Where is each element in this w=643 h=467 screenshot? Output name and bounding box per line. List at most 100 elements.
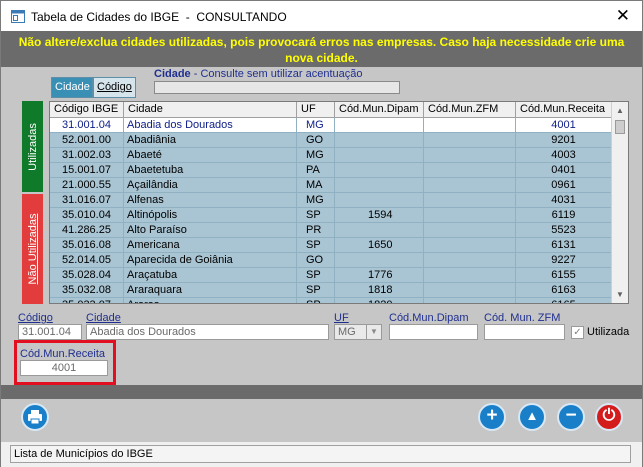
warning-line-2: nova cidade. <box>285 51 358 65</box>
power-icon: ⏻ <box>602 407 616 424</box>
table-row[interactable]: 52.014.05 Aparecida de Goiânia GO 9227 <box>50 253 612 268</box>
cell-zfm <box>424 223 516 238</box>
warning-banner: Não altere/exclua cidades utilizadas, po… <box>1 31 642 67</box>
plus-icon: + <box>486 405 498 426</box>
table-row[interactable]: 31.001.04 Abadia dos Dourados MG 4001 <box>50 118 612 133</box>
side-tab-nao-utilizadas[interactable]: Não Utilizadas <box>22 194 43 304</box>
grid-panel: Utilizadas Não Utilizadas Código IBGE Ci… <box>1 101 642 309</box>
edit-button[interactable]: ▲ <box>518 403 546 431</box>
cell-cidade: Abadia dos Dourados <box>124 118 297 133</box>
uf-label: UF <box>334 312 349 324</box>
cell-receita: 6165 <box>516 298 612 303</box>
utilizada-checkbox[interactable]: ✓ <box>571 326 584 339</box>
close-icon[interactable]: ✕ <box>616 6 630 26</box>
cell-receita: 6131 <box>516 238 612 253</box>
cell-codigo: 31.016.07 <box>50 193 124 208</box>
scroll-down-icon[interactable]: ▼ <box>612 286 628 303</box>
side-tab-utilizadas[interactable]: Utilizadas <box>22 101 43 192</box>
cell-receita: 9227 <box>516 253 612 268</box>
column-header-codigo-ibge[interactable]: Código IBGE <box>50 102 124 118</box>
printer-icon <box>28 410 42 425</box>
cell-dipam <box>335 148 424 163</box>
button-bar: + ▲ − ⏻ <box>1 385 642 442</box>
cell-uf: PR <box>297 223 335 238</box>
status-bar: Lista de Municípios do IBGE <box>1 442 642 467</box>
cell-cidade: Abaetetuba <box>124 163 297 178</box>
table-row[interactable]: 35.032.08 Araraquara SP 1818 6163 <box>50 283 612 298</box>
cell-dipam: 1594 <box>335 208 424 223</box>
column-header-zfm[interactable]: Cód.Mun.ZFM <box>424 102 516 118</box>
cell-receita: 4031 <box>516 193 612 208</box>
cell-receita: 9201 <box>516 133 612 148</box>
search-label-field: Cidade <box>154 68 191 80</box>
table-row[interactable]: 35.033.07ArarasSP1820 6165 <box>50 298 612 303</box>
column-header-receita[interactable]: Cód.Mun.Receita <box>516 102 612 118</box>
cell-receita: 6119 <box>516 208 612 223</box>
cell-receita: 4003 <box>516 148 612 163</box>
cities-grid[interactable]: Código IBGE Cidade UF Cód.Mun.Dipam Cód.… <box>49 101 629 304</box>
column-header-cidade[interactable]: Cidade <box>124 102 297 118</box>
status-text: Lista de Municípios do IBGE <box>10 445 631 463</box>
cell-dipam <box>335 133 424 148</box>
cell-uf: SP <box>297 268 335 283</box>
add-button[interactable]: + <box>478 403 506 431</box>
cell-uf: SP <box>297 298 335 303</box>
cell-receita: 5523 <box>516 223 612 238</box>
scroll-thumb[interactable] <box>615 120 625 134</box>
side-tab-nao-utilizadas-label: Não Utilizadas <box>26 213 39 285</box>
cell-zfm <box>424 148 516 163</box>
table-row[interactable]: 35.028.04 Araçatuba SP 1776 6155 <box>50 268 612 283</box>
search-label: Cidade - Consulte sem utilizar acentuaçã… <box>154 68 363 80</box>
cell-cidade: Araraquara <box>124 283 297 298</box>
cell-uf: GO <box>297 253 335 268</box>
codigo-field[interactable]: 31.001.04 <box>18 324 82 340</box>
column-header-dipam[interactable]: Cód.Mun.Dipam <box>335 102 424 118</box>
tab-cidade[interactable]: Cidade <box>51 77 93 98</box>
table-row[interactable]: 41.286.25 Alto Paraíso PR 5523 <box>50 223 612 238</box>
grid-vertical-scrollbar[interactable]: ▲ ▼ <box>611 102 628 303</box>
cell-codigo: 21.000.55 <box>50 178 124 193</box>
cell-uf: PA <box>297 163 335 178</box>
table-row[interactable]: 31.016.07 Alfenas MG 4031 <box>50 193 612 208</box>
cell-cidade: Aparecida de Goiânia <box>124 253 297 268</box>
table-row[interactable]: 35.016.08 Americana SP 1650 6131 <box>50 238 612 253</box>
table-row[interactable]: 31.002.03 Abaeté MG 4003 <box>50 148 612 163</box>
tab-codigo[interactable]: Código <box>93 77 136 98</box>
cell-codigo: 52.001.00 <box>50 133 124 148</box>
search-input[interactable] <box>154 81 400 94</box>
cell-zfm <box>424 253 516 268</box>
arrow-up-icon: ▲ <box>525 408 539 423</box>
table-row[interactable]: 35.010.04 Altinópolis SP 1594 6119 <box>50 208 612 223</box>
cell-codigo: 35.016.08 <box>50 238 124 253</box>
cell-cidade: Açailândia <box>124 178 297 193</box>
cell-dipam <box>335 253 424 268</box>
cell-zfm <box>424 178 516 193</box>
cell-zfm <box>424 283 516 298</box>
dipam-field[interactable] <box>389 324 478 340</box>
cell-cidade: Araras <box>124 298 297 303</box>
cidade-field[interactable]: Abadia dos Dourados <box>86 324 329 340</box>
cell-cidade: Alfenas <box>124 193 297 208</box>
cell-receita: 6163 <box>516 283 612 298</box>
chevron-down-icon[interactable]: ▼ <box>366 325 381 339</box>
zfm-field[interactable] <box>484 324 565 340</box>
cell-dipam <box>335 193 424 208</box>
scroll-up-icon[interactable]: ▲ <box>612 102 628 119</box>
window-title: Tabela de Cidades do IBGE - CONSULTANDO <box>31 10 287 24</box>
cell-dipam <box>335 178 424 193</box>
cell-dipam: 1776 <box>335 268 424 283</box>
table-row[interactable]: 21.000.55 Açailândia MA 0961 <box>50 178 612 193</box>
exit-button[interactable]: ⏻ <box>595 403 623 431</box>
remove-button[interactable]: − <box>557 403 585 431</box>
app-window-icon <box>11 10 25 23</box>
utilizada-label: Utilizada <box>587 326 630 338</box>
uf-select[interactable]: MG ▼ <box>334 324 382 340</box>
cell-zfm <box>424 118 516 133</box>
table-row[interactable]: 52.001.00 Abadiânia GO 9201 <box>50 133 612 148</box>
column-header-uf[interactable]: UF <box>297 102 335 118</box>
table-row[interactable]: 15.001.07 Abaetetuba PA 0401 <box>50 163 612 178</box>
cell-dipam: 1818 <box>335 283 424 298</box>
print-button[interactable] <box>21 403 49 431</box>
dipam-label: Cód.Mun.Dipam <box>389 312 469 324</box>
receita-highlight-box <box>14 340 116 385</box>
